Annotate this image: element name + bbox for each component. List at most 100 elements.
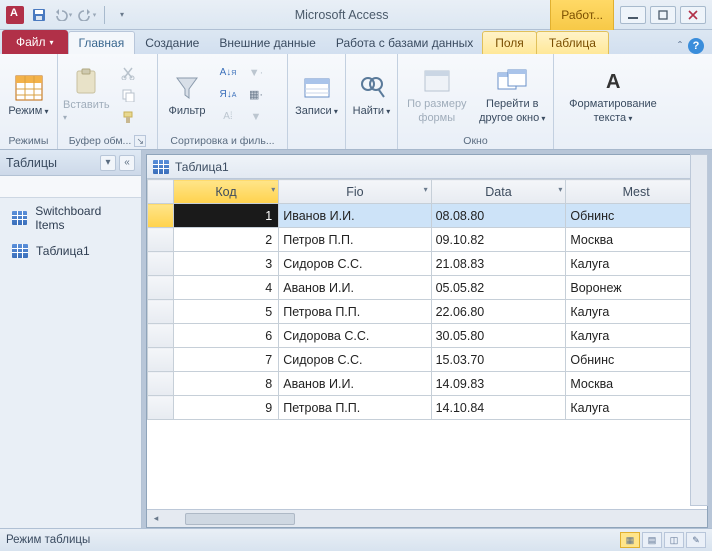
table-row[interactable]: 6Сидорова С.С.30.05.80Калуга bbox=[148, 324, 707, 348]
clipboard-dialog-launcher[interactable]: ↘ bbox=[134, 135, 146, 147]
clear-sort-button[interactable]: А⁞ bbox=[216, 107, 240, 127]
copy-button[interactable] bbox=[116, 85, 140, 105]
view-pivottable-button[interactable]: ▤ bbox=[642, 532, 662, 548]
cell-data[interactable]: 15.03.70 bbox=[431, 348, 566, 372]
horizontal-scrollbar[interactable]: ◂ bbox=[147, 509, 707, 527]
format-painter-button[interactable] bbox=[116, 107, 140, 127]
advanced-filter-button[interactable]: ▦· bbox=[244, 85, 268, 105]
navigation-search[interactable] bbox=[0, 176, 141, 198]
minimize-button[interactable] bbox=[620, 6, 646, 24]
cell-id[interactable]: 6 bbox=[173, 324, 278, 348]
cell-fio[interactable]: Петрова П.П. bbox=[279, 396, 431, 420]
close-button[interactable] bbox=[680, 6, 706, 24]
cell-id[interactable]: 2 bbox=[173, 228, 278, 252]
column-header-3[interactable]: Mest▾ bbox=[566, 180, 707, 204]
cell-data[interactable]: 30.05.80 bbox=[431, 324, 566, 348]
cell-data[interactable]: 21.08.83 bbox=[431, 252, 566, 276]
app-menu-button[interactable] bbox=[4, 4, 26, 26]
row-selector[interactable] bbox=[148, 228, 174, 252]
tab-1[interactable]: Создание bbox=[135, 32, 209, 54]
file-tab[interactable]: Файл bbox=[2, 30, 68, 54]
cell-fio[interactable]: Сидоров С.С. bbox=[279, 348, 431, 372]
nav-item-0[interactable]: Switchboard Items bbox=[0, 198, 141, 238]
cell-mesto[interactable]: Воронеж bbox=[566, 276, 707, 300]
cell-id[interactable]: 3 bbox=[173, 252, 278, 276]
column-dropdown-icon[interactable]: ▾ bbox=[271, 185, 275, 194]
help-button[interactable]: ? bbox=[688, 38, 704, 54]
paste-button[interactable]: Вставить bbox=[62, 59, 112, 131]
row-selector[interactable] bbox=[148, 396, 174, 420]
cell-mesto[interactable]: Обнинс bbox=[566, 348, 707, 372]
tab-2[interactable]: Внешние данные bbox=[209, 32, 326, 54]
cell-id[interactable]: 7 bbox=[173, 348, 278, 372]
selection-filter-button[interactable]: ▼· bbox=[244, 63, 268, 83]
undo-button[interactable]: ▾ bbox=[52, 4, 74, 26]
tab-0[interactable]: Главная bbox=[68, 31, 136, 54]
cell-fio[interactable]: Аванов И.И. bbox=[279, 276, 431, 300]
column-header-1[interactable]: Fio▾ bbox=[279, 180, 431, 204]
table-row[interactable]: 1Иванов И.И.08.08.80Обнинс bbox=[148, 204, 707, 228]
view-design-button[interactable]: ✎ bbox=[686, 532, 706, 548]
records-button[interactable]: Записи bbox=[292, 59, 341, 131]
redo-button[interactable]: ▾ bbox=[76, 4, 98, 26]
context-tab-0[interactable]: Поля bbox=[482, 31, 537, 54]
table-row[interactable]: 7Сидоров С.С.15.03.70Обнинс bbox=[148, 348, 707, 372]
tab-3[interactable]: Работа с базами данных bbox=[326, 32, 483, 54]
nav-item-1[interactable]: Таблица1 bbox=[0, 238, 141, 264]
row-selector[interactable] bbox=[148, 276, 174, 300]
navigation-header[interactable]: Таблицы ▾ « bbox=[0, 150, 141, 176]
cell-mesto[interactable]: Калуга bbox=[566, 300, 707, 324]
cell-id[interactable]: 1 bbox=[173, 204, 278, 228]
table-row[interactable]: 9Петрова П.П.14.10.84Калуга bbox=[148, 396, 707, 420]
table-row[interactable]: 5Петрова П.П.22.06.80Калуга bbox=[148, 300, 707, 324]
scrollbar-thumb[interactable] bbox=[185, 513, 295, 525]
nav-collapse-button[interactable]: « bbox=[119, 155, 135, 171]
cell-mesto[interactable]: Калуга bbox=[566, 324, 707, 348]
switch-window-button[interactable]: Перейти в другое окно bbox=[476, 59, 549, 131]
cell-fio[interactable]: Иванов И.И. bbox=[279, 204, 431, 228]
filter-button[interactable]: Фильтр bbox=[162, 59, 212, 131]
cell-data[interactable]: 14.09.83 bbox=[431, 372, 566, 396]
row-selector[interactable] bbox=[148, 204, 174, 228]
cell-fio[interactable]: Сидорова С.С. bbox=[279, 324, 431, 348]
datasheet-title-bar[interactable]: Таблица1 bbox=[147, 155, 707, 179]
nav-dropdown-button[interactable]: ▾ bbox=[100, 155, 116, 171]
cell-id[interactable]: 4 bbox=[173, 276, 278, 300]
row-selector[interactable] bbox=[148, 324, 174, 348]
cell-mesto[interactable]: Москва bbox=[566, 372, 707, 396]
select-all-cell[interactable] bbox=[148, 180, 174, 204]
cell-fio[interactable]: Аванов И.И. bbox=[279, 372, 431, 396]
cell-data[interactable]: 05.05.82 bbox=[431, 276, 566, 300]
qat-customize-button[interactable]: ▾ bbox=[111, 4, 133, 26]
cell-data[interactable]: 08.08.80 bbox=[431, 204, 566, 228]
view-datasheet-button[interactable]: ▦ bbox=[620, 532, 640, 548]
cell-mesto[interactable]: Обнинс bbox=[566, 204, 707, 228]
datasheet-grid[interactable]: Код▾Fio▾Data▾Mest▾1Иванов И.И.08.08.80Об… bbox=[147, 179, 707, 509]
row-selector[interactable] bbox=[148, 300, 174, 324]
row-selector[interactable] bbox=[148, 348, 174, 372]
column-dropdown-icon[interactable]: ▾ bbox=[558, 185, 562, 194]
column-header-2[interactable]: Data▾ bbox=[431, 180, 566, 204]
table-row[interactable]: 4Аванов И.И.05.05.82Воронеж bbox=[148, 276, 707, 300]
cell-fio[interactable]: Сидоров С.С. bbox=[279, 252, 431, 276]
toggle-filter-button[interactable]: ▼ bbox=[244, 107, 268, 127]
cell-mesto[interactable]: Москва bbox=[566, 228, 707, 252]
row-selector[interactable] bbox=[148, 372, 174, 396]
cell-fio[interactable]: Петрова П.П. bbox=[279, 300, 431, 324]
minimize-ribbon-button[interactable]: ˆ bbox=[678, 39, 682, 53]
row-selector[interactable] bbox=[148, 252, 174, 276]
view-button[interactable]: Режим bbox=[4, 59, 53, 131]
cell-data[interactable]: 22.06.80 bbox=[431, 300, 566, 324]
cell-data[interactable]: 14.10.84 bbox=[431, 396, 566, 420]
vertical-scrollbar[interactable] bbox=[690, 154, 708, 506]
cell-mesto[interactable]: Калуга bbox=[566, 396, 707, 420]
size-to-form-button[interactable]: По размеру формы bbox=[402, 59, 472, 131]
view-pivotchart-button[interactable]: ◫ bbox=[664, 532, 684, 548]
context-tab-1[interactable]: Таблица bbox=[536, 31, 609, 54]
column-dropdown-icon[interactable]: ▾ bbox=[424, 185, 428, 194]
save-button[interactable] bbox=[28, 4, 50, 26]
table-row[interactable]: 3Сидоров С.С.21.08.83Калуга bbox=[148, 252, 707, 276]
sort-desc-button[interactable]: Я↓А bbox=[216, 85, 240, 105]
cell-id[interactable]: 8 bbox=[173, 372, 278, 396]
table-row[interactable]: 2Петров П.П.09.10.82Москва bbox=[148, 228, 707, 252]
